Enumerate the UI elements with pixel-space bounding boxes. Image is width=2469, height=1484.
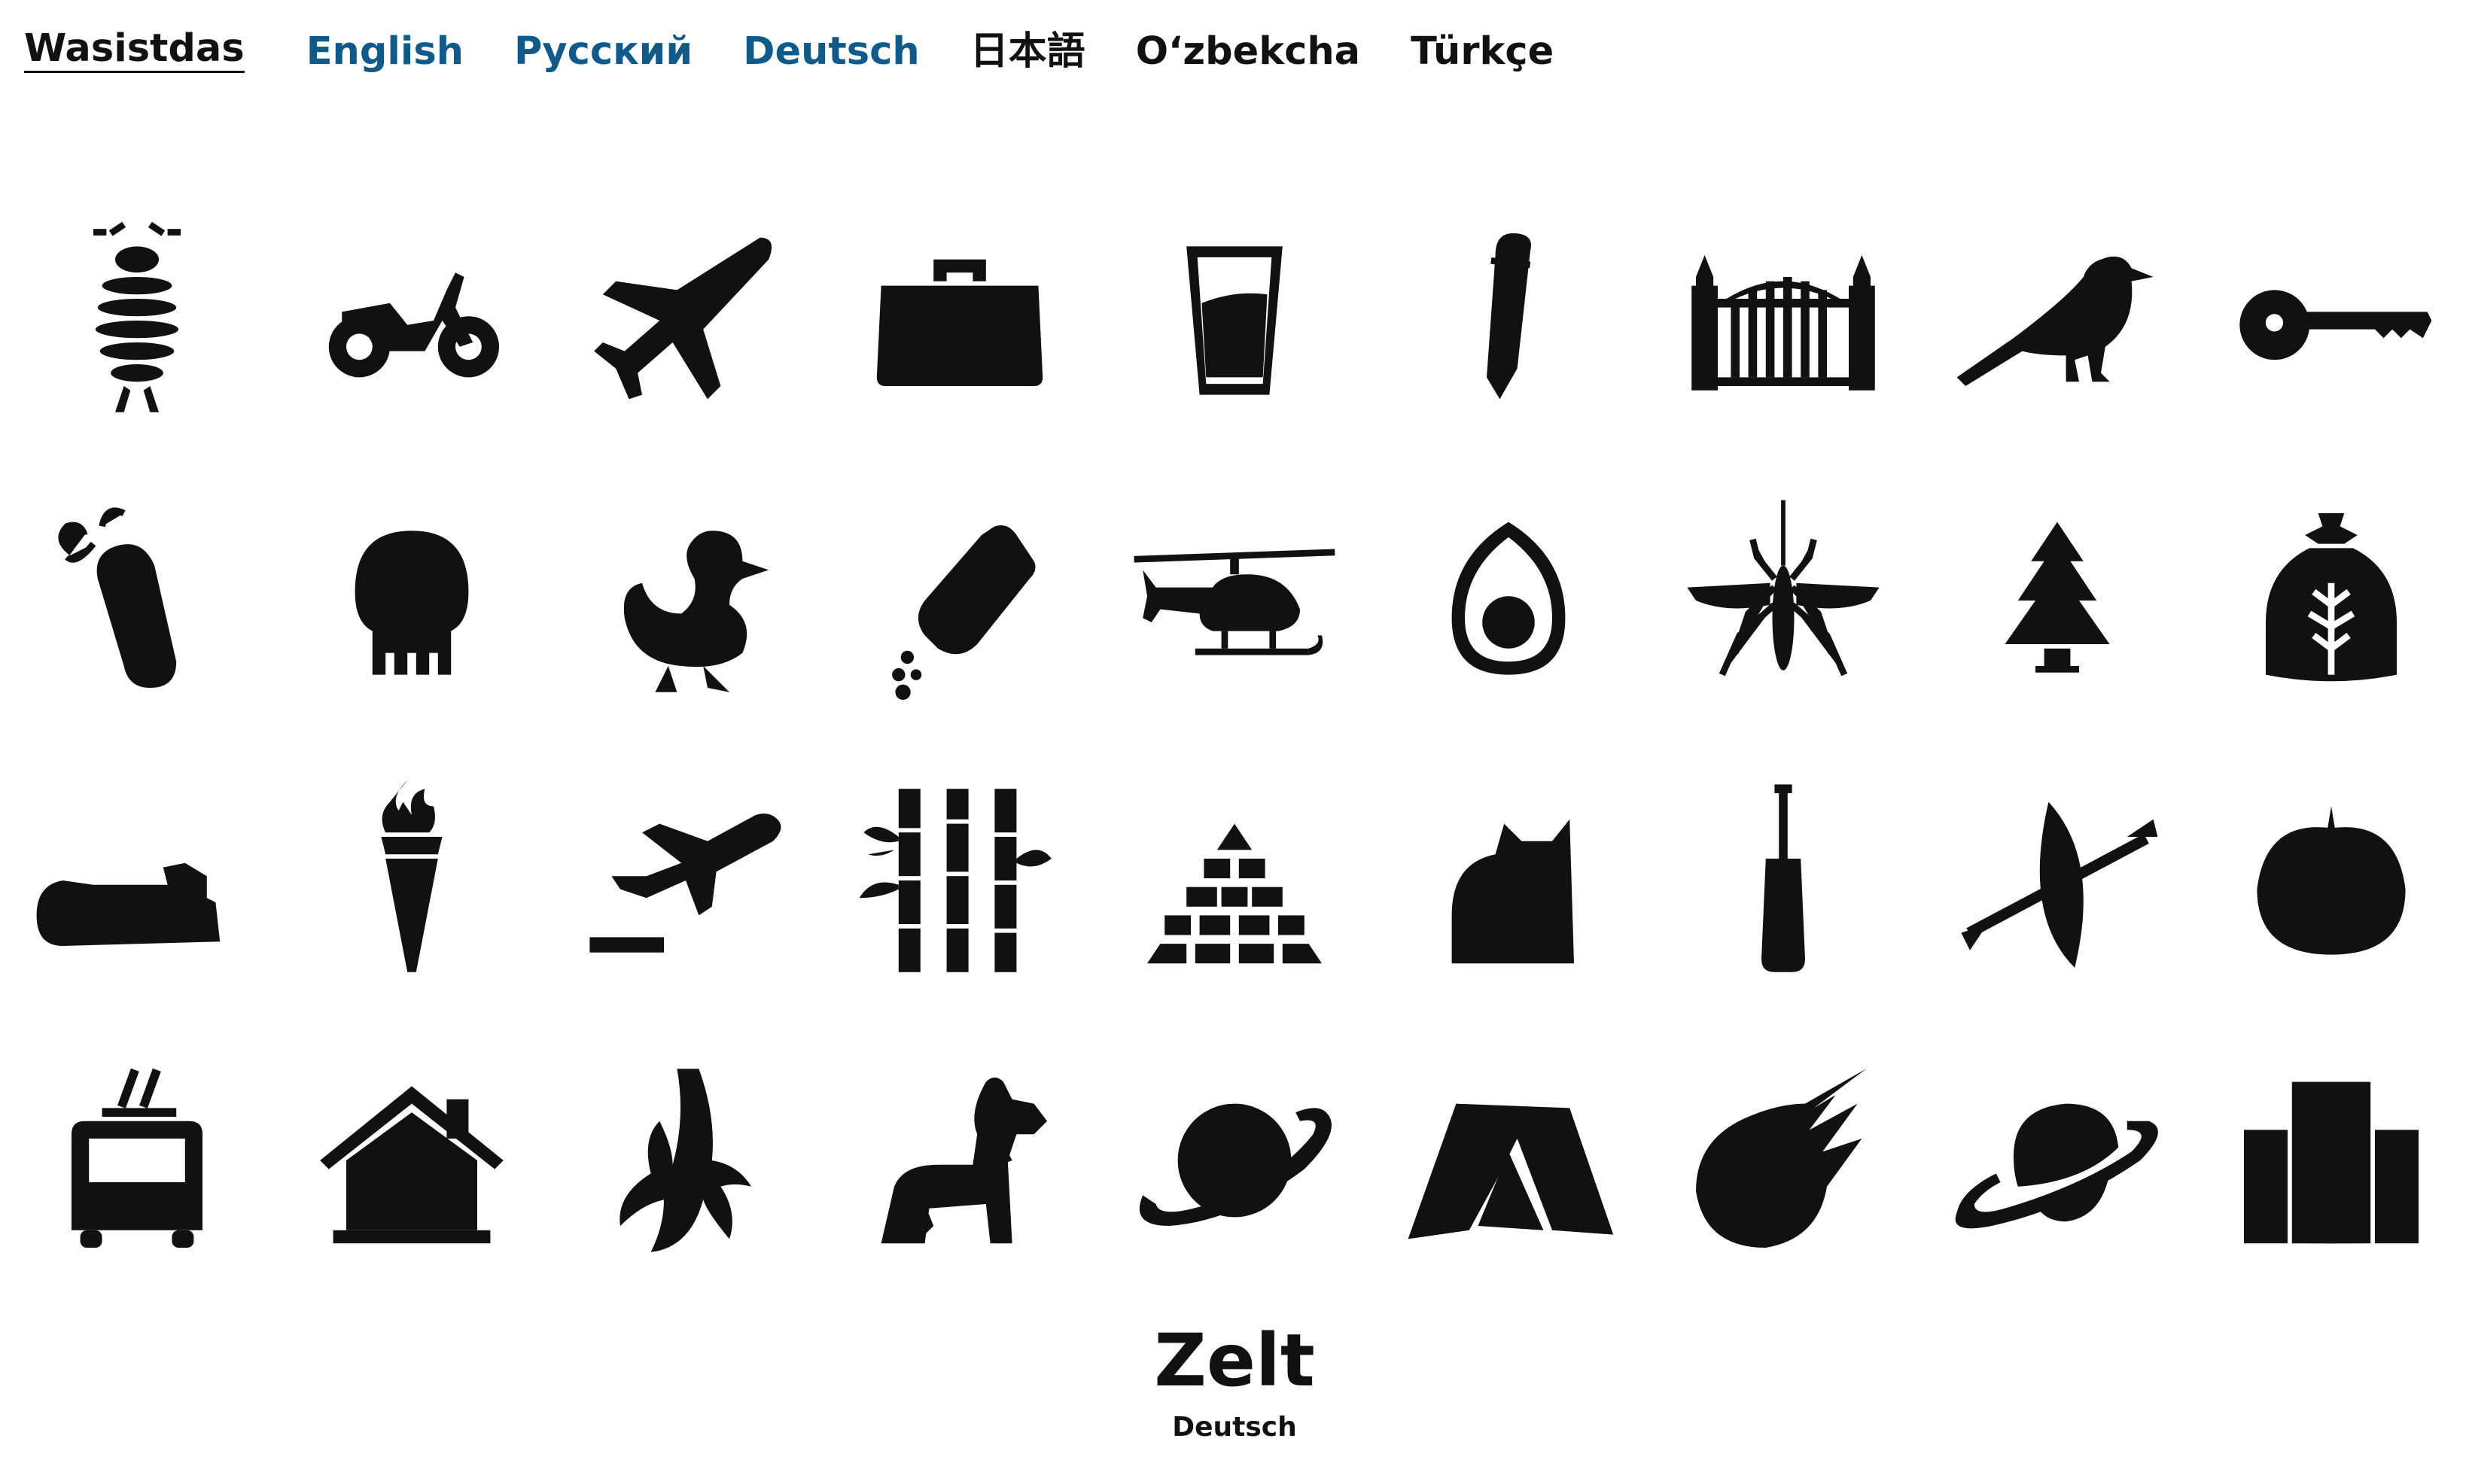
lang-japanese-link[interactable]: 日本語 bbox=[970, 32, 1085, 71]
icon-cell-pencil[interactable] bbox=[1371, 181, 1645, 461]
pyramid-icon bbox=[1146, 823, 1322, 964]
icon-cell-screwdriver[interactable] bbox=[1645, 740, 1919, 1020]
woodlouse-icon bbox=[93, 221, 181, 412]
egg-icon bbox=[1451, 522, 1566, 675]
icon-cell-planet[interactable] bbox=[1098, 1020, 1371, 1300]
icon-cell-log[interactable] bbox=[0, 740, 274, 1020]
icon-cell-tomato[interactable] bbox=[2194, 740, 2468, 1020]
icon-cell-kayak[interactable] bbox=[1920, 740, 2194, 1020]
pencil-icon bbox=[1487, 233, 1532, 400]
icon-cell-skull[interactable] bbox=[274, 461, 548, 740]
icon-cell-motorcycle[interactable] bbox=[274, 181, 548, 461]
icon-cell-salt-shaker[interactable] bbox=[823, 461, 1097, 740]
icon-cell-hospital[interactable] bbox=[2194, 1020, 2468, 1300]
icon-cell-glass[interactable] bbox=[1098, 181, 1371, 461]
icon-cell-house[interactable] bbox=[274, 1020, 548, 1300]
key-icon bbox=[2239, 290, 2432, 360]
icon-cell-dog[interactable] bbox=[823, 1020, 1097, 1300]
house-icon bbox=[319, 1086, 504, 1244]
tomato-icon bbox=[2257, 806, 2406, 955]
icon-cell-bamboo[interactable] bbox=[823, 740, 1097, 1020]
icon-cell-saturn[interactable] bbox=[1920, 1020, 2194, 1300]
cat-icon bbox=[1451, 819, 1575, 964]
icon-cell-fir-tree[interactable] bbox=[1920, 461, 2194, 740]
icon-cell-torch[interactable] bbox=[274, 740, 548, 1020]
icon-grid bbox=[0, 181, 2469, 1300]
icon-cell-egg[interactable] bbox=[1371, 461, 1645, 740]
icon-cell-flour-sack[interactable] bbox=[2194, 461, 2468, 740]
lang-english-link[interactable]: English bbox=[306, 32, 464, 71]
departure-icon bbox=[589, 813, 781, 953]
icon-cell-key[interactable] bbox=[2194, 181, 2468, 461]
magpie-icon bbox=[1956, 256, 2154, 386]
icon-cell-pickle[interactable] bbox=[0, 461, 274, 740]
icon-cell-magpie[interactable] bbox=[1920, 181, 2194, 461]
skull-icon bbox=[355, 531, 468, 675]
selected-word: Zelt bbox=[1154, 1318, 1315, 1403]
lang-uzbek-link[interactable]: O‘zbekcha bbox=[1136, 32, 1360, 71]
selected-word-caption: Zelt Deutsch bbox=[0, 1324, 2469, 1443]
motorcycle-icon bbox=[328, 272, 499, 378]
selected-word-language: Deutsch bbox=[1172, 1412, 1297, 1443]
lang-russian-link[interactable]: Русский bbox=[514, 32, 693, 71]
icon-cell-woodlouse[interactable] bbox=[0, 181, 274, 461]
kayak-icon bbox=[1961, 801, 2158, 968]
icon-cell-airplane[interactable] bbox=[549, 181, 823, 461]
icon-cell-departure[interactable] bbox=[549, 740, 823, 1020]
glass-icon bbox=[1186, 246, 1283, 395]
helicopter-icon bbox=[1134, 549, 1335, 655]
duck-icon bbox=[623, 531, 769, 692]
icon-cell-tent[interactable] bbox=[1371, 1020, 1645, 1300]
log-icon bbox=[36, 862, 221, 946]
icon-cell-briefcase[interactable] bbox=[823, 181, 1097, 461]
hospital-icon bbox=[2244, 1081, 2419, 1244]
lang-turkish-link[interactable]: Türkçe bbox=[1411, 32, 1554, 71]
dog-icon bbox=[881, 1077, 1048, 1244]
icon-cell-mosquito[interactable] bbox=[1645, 461, 1919, 740]
icon-cell-trolleybus[interactable] bbox=[0, 1020, 274, 1300]
meteor-icon bbox=[1695, 1069, 1866, 1248]
icon-cell-duck[interactable] bbox=[549, 461, 823, 740]
planet-icon bbox=[1139, 1103, 1332, 1226]
fir-tree-icon bbox=[2005, 522, 2110, 673]
flour-sack-icon bbox=[2266, 513, 2397, 682]
torch-icon bbox=[380, 780, 443, 972]
site-logo-link[interactable]: Wasistdas bbox=[24, 29, 245, 73]
icon-cell-meteor[interactable] bbox=[1645, 1020, 1919, 1300]
icon-cell-banana[interactable] bbox=[549, 1020, 823, 1300]
icon-cell-pyramid[interactable] bbox=[1098, 740, 1371, 1020]
mosquito-icon bbox=[1686, 500, 1880, 677]
screwdriver-icon bbox=[1761, 784, 1805, 972]
pickle-icon bbox=[58, 507, 177, 688]
salt-shaker-icon bbox=[892, 525, 1036, 700]
gate-icon bbox=[1691, 255, 1875, 391]
bamboo-icon bbox=[859, 789, 1052, 972]
language-nav: Wasistdas English Русский Deutsch 日本語 O‘… bbox=[24, 21, 1604, 81]
banana-icon bbox=[620, 1069, 751, 1252]
briefcase-icon bbox=[877, 259, 1043, 386]
icon-cell-helicopter[interactable] bbox=[1098, 461, 1371, 740]
icon-cell-gate[interactable] bbox=[1645, 181, 1919, 461]
saturn-icon bbox=[1955, 1103, 2158, 1229]
trolleybus-icon bbox=[72, 1068, 203, 1248]
icon-cell-cat[interactable] bbox=[1371, 740, 1645, 1020]
tent-icon bbox=[1408, 1103, 1614, 1239]
lang-german-link[interactable]: Deutsch bbox=[743, 32, 920, 71]
airplane-icon bbox=[594, 237, 772, 400]
